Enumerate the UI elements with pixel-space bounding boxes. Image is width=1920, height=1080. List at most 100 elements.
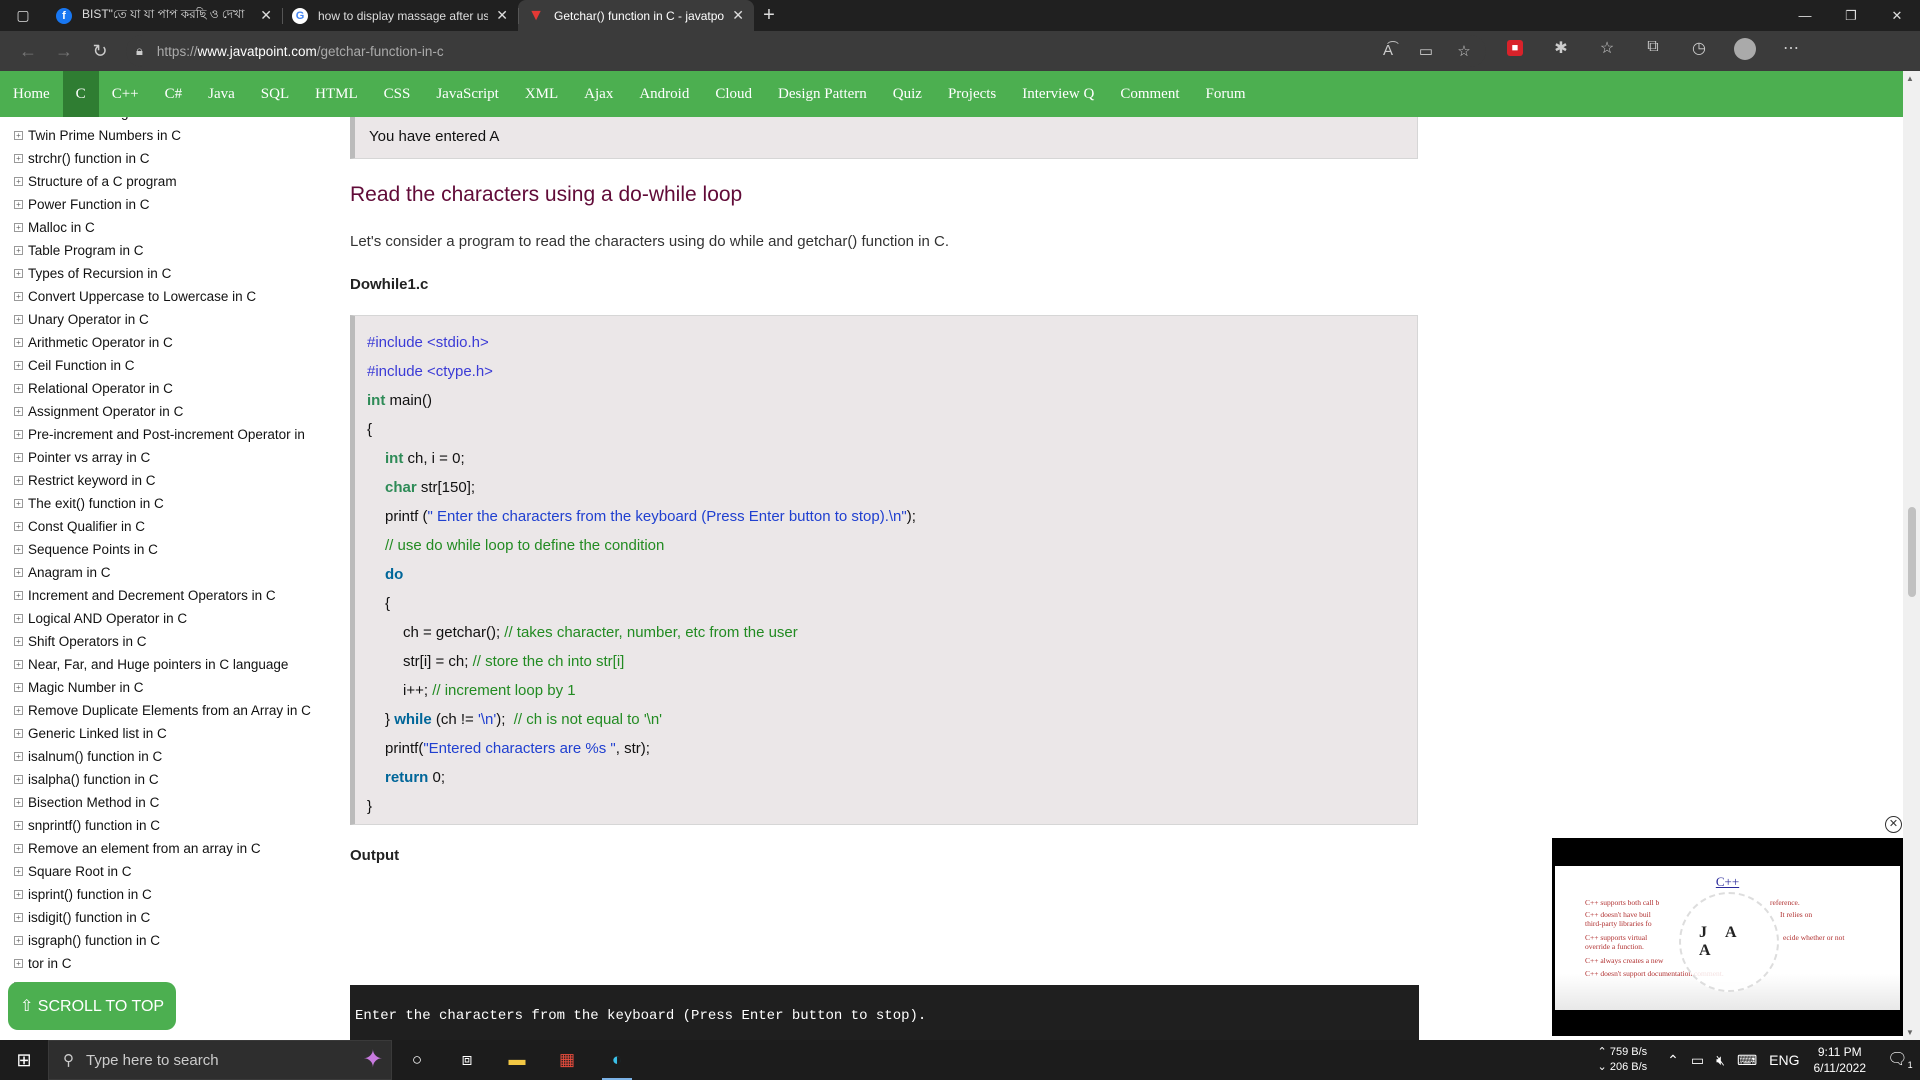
cortana-icon[interactable]: ○: [392, 1040, 442, 1080]
nav-home[interactable]: Home: [0, 71, 63, 117]
sidebar-topic-link[interactable]: + tor in C: [0, 952, 334, 975]
new-tab-button[interactable]: +: [754, 0, 784, 31]
close-video-icon[interactable]: ✕: [1885, 816, 1902, 833]
nav-forum[interactable]: Forum: [1193, 71, 1259, 117]
microsoft-store-icon[interactable]: ▦: [542, 1040, 592, 1080]
sidebar-topic-link[interactable]: + Malloc in C: [0, 216, 334, 239]
close-tab-icon[interactable]: ✕: [260, 7, 272, 24]
sidebar-topic-link[interactable]: + Table Program in C: [0, 239, 334, 262]
sidebar-topic-link[interactable]: + Shift Operators in C: [0, 630, 334, 653]
sidebar-topic-link[interactable]: + Arithmetic Operator in C: [0, 331, 334, 354]
close-tab-icon[interactable]: ✕: [496, 7, 508, 24]
clock[interactable]: 9:11 PM 6/11/2022: [1814, 1044, 1867, 1076]
sidebar-topic-link[interactable]: + Structure of a C program: [0, 170, 334, 193]
sidebar-topic-link[interactable]: + Pre-increment and Post-increment Operat…: [0, 423, 334, 446]
sidebar-topic-link[interactable]: + isalpha() function in C: [0, 768, 334, 791]
nav-interview-q[interactable]: Interview Q: [1009, 71, 1107, 117]
sidebar-topic-link[interactable]: + Pointer vs array in C: [0, 446, 334, 469]
nav-java[interactable]: Java: [195, 71, 248, 117]
extension-red-icon[interactable]: ■: [1496, 38, 1534, 65]
sidebar-topic-link[interactable]: +Reverse a String in C: [0, 117, 334, 124]
scroll-to-top-button[interactable]: ⇧ SCROLL TO TOP: [8, 982, 176, 1030]
nav-javascript[interactable]: JavaScript: [423, 71, 511, 117]
sidebar-topic-link[interactable]: + Near, Far, and Huge pointers in C langu…: [0, 653, 334, 676]
sidebar-topic-link[interactable]: + Const Qualifier in C: [0, 515, 334, 538]
nav-android[interactable]: Android: [626, 71, 702, 117]
nav-c[interactable]: C: [62, 71, 99, 117]
sidebar-topic-link[interactable]: + Magic Number in C: [0, 676, 334, 699]
sidebar-topic-link[interactable]: + snprintf() function in C: [0, 814, 334, 837]
tab-actions-button[interactable]: ▢: [0, 0, 46, 31]
sidebar-topic-link[interactable]: + Restrict keyword in C: [0, 469, 334, 492]
more-menu-icon[interactable]: ⋯: [1772, 38, 1810, 65]
windows-start-icon[interactable]: ⊞: [0, 1040, 48, 1080]
sidebar-topic-link[interactable]: + Assignment Operator in C: [0, 400, 334, 423]
sidebar-topic-link[interactable]: + Ceil Function in C: [0, 354, 334, 377]
sidebar-topic-link[interactable]: + Sequence Points in C: [0, 538, 334, 561]
restore-button[interactable]: ❐: [1828, 0, 1874, 31]
sidebar-topic-link[interactable]: + The exit() function in C: [0, 492, 334, 515]
sidebar-topic-link[interactable]: + Remove Duplicate Elements from an Array…: [0, 699, 334, 722]
show-hidden-icons-icon[interactable]: ⌃: [1667, 1052, 1679, 1069]
edge-icon[interactable]: ◐: [592, 1040, 642, 1080]
sidebar-topic-link[interactable]: + Relational Operator in C: [0, 377, 334, 400]
volume-muted-icon[interactable]: 🔇︎: [1716, 1052, 1725, 1069]
nav-sql[interactable]: SQL: [248, 71, 302, 117]
nav-comment[interactable]: Comment: [1107, 71, 1192, 117]
sidebar-topic-link[interactable]: + Generic Linked list in C: [0, 722, 334, 745]
scroll-down-arrow-icon[interactable]: ▼: [1906, 1028, 1914, 1037]
forward-button[interactable]: →: [46, 35, 82, 67]
notification-center-icon[interactable]: 🗨︎1: [1880, 1049, 1920, 1070]
sidebar-topic-link[interactable]: + Square Root in C: [0, 860, 334, 883]
sidebar-topic-link[interactable]: + isprint() function in C: [0, 883, 334, 906]
address-bar[interactable]: 🔒︎ https://www.javatpoint.com/getchar-fu…: [126, 35, 1486, 67]
task-view-icon[interactable]: ⧈: [442, 1040, 492, 1080]
refresh-button[interactable]: ↻: [82, 35, 118, 67]
sidebar-topic-link[interactable]: + isalnum() function in C: [0, 745, 334, 768]
sidebar-topic-link[interactable]: + Increment and Decrement Operators in C: [0, 584, 334, 607]
sidebar-topic-link[interactable]: + Power Function in C: [0, 193, 334, 216]
close-tab-icon[interactable]: ✕: [732, 7, 744, 24]
sidebar-topic-link[interactable]: + Logical AND Operator in C: [0, 607, 334, 630]
favorites-icon[interactable]: ☆: [1588, 38, 1626, 65]
history-icon[interactable]: ◷: [1680, 38, 1718, 65]
keyboard-icon[interactable]: ⌨: [1737, 1052, 1757, 1069]
sidebar-topic-link[interactable]: + isdigit() function in C: [0, 906, 334, 929]
add-favorite-icon[interactable]: ☆: [1448, 42, 1480, 60]
language-indicator[interactable]: ENG: [1769, 1052, 1799, 1068]
sidebar-topic-link[interactable]: + Anagram in C: [0, 561, 334, 584]
nav-ajax[interactable]: Ajax: [571, 71, 626, 117]
scroll-up-arrow-icon[interactable]: ▲: [1906, 74, 1914, 83]
profile-avatar[interactable]: [1726, 37, 1764, 65]
nav-projects[interactable]: Projects: [935, 71, 1009, 117]
network-icon[interactable]: ▭: [1691, 1052, 1704, 1069]
file-explorer-icon[interactable]: ▬: [492, 1040, 542, 1080]
sidebar-topic-link[interactable]: + Remove an element from an array in C: [0, 837, 334, 860]
immersive-reader-icon[interactable]: ▭: [1410, 42, 1442, 60]
browser-tab-javatpoint[interactable]: ▼ Getchar() function in C - javatpoi ✕: [518, 0, 754, 31]
nav-design-pattern[interactable]: Design Pattern: [765, 71, 880, 117]
sidebar-topic-link[interactable]: + Types of Recursion in C: [0, 262, 334, 285]
nav-csharp[interactable]: C#: [152, 71, 196, 117]
sidebar-topic-link[interactable]: + isgraph() function in C: [0, 929, 334, 952]
scrollbar-thumb[interactable]: [1908, 507, 1916, 597]
nav-html[interactable]: HTML: [302, 71, 371, 117]
nav-css[interactable]: CSS: [371, 71, 424, 117]
browser-tab-facebook[interactable]: f BIST"তে যা যা পাপ করছি ও দেখা ✕: [46, 0, 282, 31]
nav-xml[interactable]: XML: [512, 71, 571, 117]
browser-tab-google[interactable]: G how to display massage after us ✕: [282, 0, 518, 31]
taskbar-search-box[interactable]: ⚲ Type here to search ✦: [48, 1040, 392, 1080]
close-window-button[interactable]: ✕: [1874, 0, 1920, 31]
minimize-button[interactable]: —: [1782, 0, 1828, 31]
nav-quiz[interactable]: Quiz: [880, 71, 935, 117]
collections-icon[interactable]: ⧉: [1634, 38, 1672, 65]
sidebar-topic-link[interactable]: + Bisection Method in C: [0, 791, 334, 814]
nav-cloud[interactable]: Cloud: [702, 71, 765, 117]
sidebar-topic-link[interactable]: + strchr() function in C: [0, 147, 334, 170]
video-player[interactable]: C++ C++ supports both call b C++ doesn't…: [1552, 838, 1903, 1036]
nav-cpp[interactable]: C++: [99, 71, 152, 117]
back-button[interactable]: ←: [10, 35, 46, 67]
sidebar-topic-link[interactable]: + Unary Operator in C: [0, 308, 334, 331]
sidebar-topic-link[interactable]: + Twin Prime Numbers in C: [0, 124, 334, 147]
read-aloud-icon[interactable]: A͡: [1372, 42, 1404, 60]
